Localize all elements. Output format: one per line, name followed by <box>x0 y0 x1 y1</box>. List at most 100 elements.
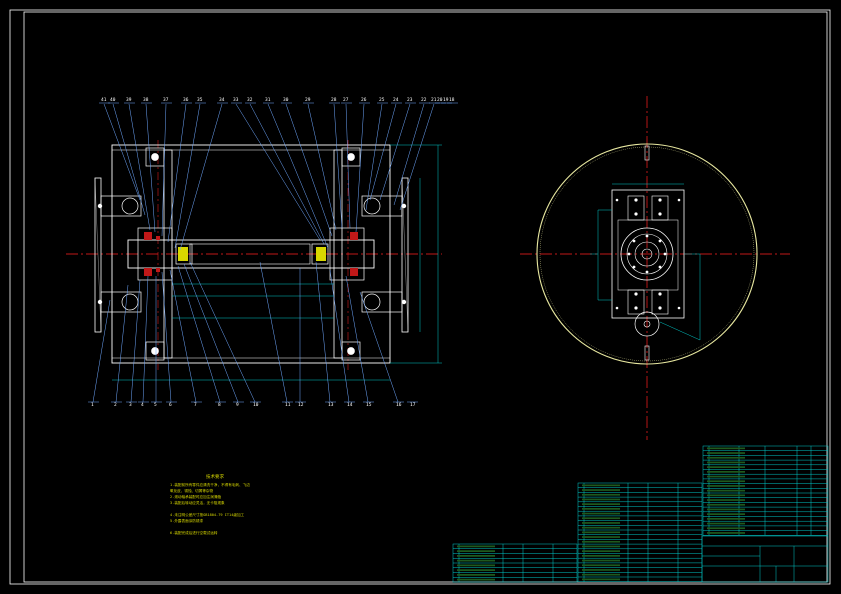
note-line-0: 1.装配前所有零件应清洗干净，不得有毛刺、飞边 <box>170 482 250 487</box>
bom-cell-text <box>582 484 620 487</box>
bom-cell-text <box>457 545 495 548</box>
balloon-top: 21 <box>431 97 437 103</box>
balloon-top: 33 <box>233 97 239 103</box>
bom-cell-text <box>707 480 745 483</box>
parts-list-mid <box>577 482 703 582</box>
bom-cell-text <box>582 578 620 581</box>
note-line-6: 6.装配完成后进行空载试运转 <box>170 530 218 535</box>
balloon-top: 18 <box>449 97 455 103</box>
balloon-bottom: 11 <box>285 402 291 408</box>
balloon-top: 25 <box>379 97 385 103</box>
bom-cell-text <box>707 494 745 497</box>
bom-cell-text <box>707 499 745 501</box>
balloon-top: 24 <box>393 97 399 103</box>
bom-cell-text <box>582 503 620 505</box>
balloon-bottom: 17 <box>410 402 416 408</box>
left-flange-hatch <box>94 177 102 333</box>
balloon-bottom: 13 <box>328 402 334 408</box>
bom-cell-text <box>582 545 620 548</box>
bom-cell-text <box>457 550 495 552</box>
bom-cell-text <box>582 550 620 552</box>
bom-cell-text <box>707 447 745 450</box>
note-line-4: 4.未注明公差尺寸按GB1804-79 IT14级加工 <box>170 512 245 517</box>
side-view <box>520 96 790 440</box>
balloon-top: 27 <box>343 97 349 103</box>
bom-cell-text <box>582 564 620 567</box>
bom-cell-text <box>707 471 745 473</box>
title-block <box>701 535 829 583</box>
bom-cell-text <box>707 513 745 515</box>
balloon-top: 20 <box>437 97 443 103</box>
balloon-bottom: 1 <box>91 402 94 408</box>
bom-cell-text <box>457 578 495 581</box>
balloon-top: 28 <box>331 97 337 103</box>
bom-cell-text <box>582 569 620 571</box>
cad-drawing-sheet: 41 40 39 38 37 36 35 34 33 32 31 30 29 28 27 26 25 24 23 22… <box>9 9 831 585</box>
balloon-top: 36 <box>183 97 189 103</box>
balloon-bottom: 7 <box>194 402 197 408</box>
bom-cell-text <box>582 540 620 543</box>
bom-cell-text <box>707 485 745 487</box>
leader-lines-bottom <box>92 261 399 403</box>
balloon-top: 23 <box>407 97 413 103</box>
balloon-bottom: 14 <box>347 402 353 408</box>
balloon-top: 35 <box>197 97 203 103</box>
bom-cell-text <box>707 452 745 454</box>
bom-cell-text <box>582 493 620 496</box>
bom-cell-text <box>707 489 745 492</box>
balloon-top: 30 <box>283 97 289 103</box>
balloon-bottom: 5 <box>154 402 157 408</box>
bom-cell-text <box>582 512 620 515</box>
balloon-bottom: 15 <box>366 402 372 408</box>
bom-cell-text <box>582 498 620 501</box>
note-line-3: 3.装配后转动应灵活，无卡阻现象 <box>170 500 225 505</box>
bom-cell-text <box>457 555 495 557</box>
bom-cell-text <box>707 503 745 506</box>
balloon-bottom: 10 <box>253 402 259 408</box>
balloon-top: 19 <box>443 97 449 103</box>
balloon-top: 34 <box>219 97 225 103</box>
balloon-bottom: 16 <box>396 402 402 408</box>
balloon-bottom: 8 <box>218 402 221 408</box>
note-line-5: 5.外露表面涂防锈漆 <box>170 518 203 523</box>
bom-cell-text <box>707 456 745 459</box>
bom-cell-text <box>582 573 620 576</box>
bom-cell-text <box>582 526 620 529</box>
balloon-bottom: 12 <box>298 402 304 408</box>
bom-cell-text <box>582 508 620 510</box>
parts-list-right <box>702 445 829 536</box>
bom-cell-text <box>457 564 495 567</box>
bom-cell-text <box>457 569 495 571</box>
balloons-top-group: 41 40 39 38 37 36 35 34 33 32 31 30 29 28 27 26 25 24 23 22… <box>99 97 458 104</box>
balloon-top: 29 <box>305 97 311 103</box>
bom-cell-text <box>707 475 745 478</box>
balloon-bottom: 4 <box>141 402 144 408</box>
balloon-top: 39 <box>126 97 132 103</box>
balloon-bottom: 9 <box>236 402 239 408</box>
bom-cell-text <box>707 532 745 534</box>
balloon-bottom: 6 <box>169 402 172 408</box>
mount-blocks <box>627 195 669 315</box>
balloon-bottom: 2 <box>114 402 117 408</box>
balloons-bottom-group: 1 2 3 4 5 6 7 8 9 10 11 12 13 14 15 16 17 <box>88 401 418 408</box>
bom-cell-text <box>707 527 745 530</box>
bom-cell-text <box>582 522 620 524</box>
balloon-top: 22 <box>421 97 427 103</box>
front-section-view: 41 40 39 38 37 36 35 34 33 32 31 30 29 28 27 26 25 24 23 22… <box>66 97 458 408</box>
balloon-top: 41 <box>101 97 107 103</box>
bom-cell-text <box>707 522 745 525</box>
bom-cell-text <box>582 517 620 520</box>
bom-cell-text <box>582 531 620 534</box>
parts-list-small <box>452 543 578 583</box>
bom-cell-text <box>582 489 620 491</box>
bom-cell-text <box>582 559 620 562</box>
bom-cell-text <box>457 559 495 562</box>
bom-cell-text <box>457 574 495 576</box>
balloon-top: 26 <box>361 97 367 103</box>
notes-heading: 技术要求 <box>206 473 224 480</box>
bom-cell-text <box>707 518 745 520</box>
bom-cell-text <box>707 461 745 464</box>
front-dimensions <box>112 144 442 381</box>
balloon-top: 40 <box>110 97 116 103</box>
technical-notes: 技术要求 1.装配前所有零件应清洗干净，不得有毛刺、飞边 氧化皮、锈蚀、切屑等杂… <box>170 473 250 535</box>
